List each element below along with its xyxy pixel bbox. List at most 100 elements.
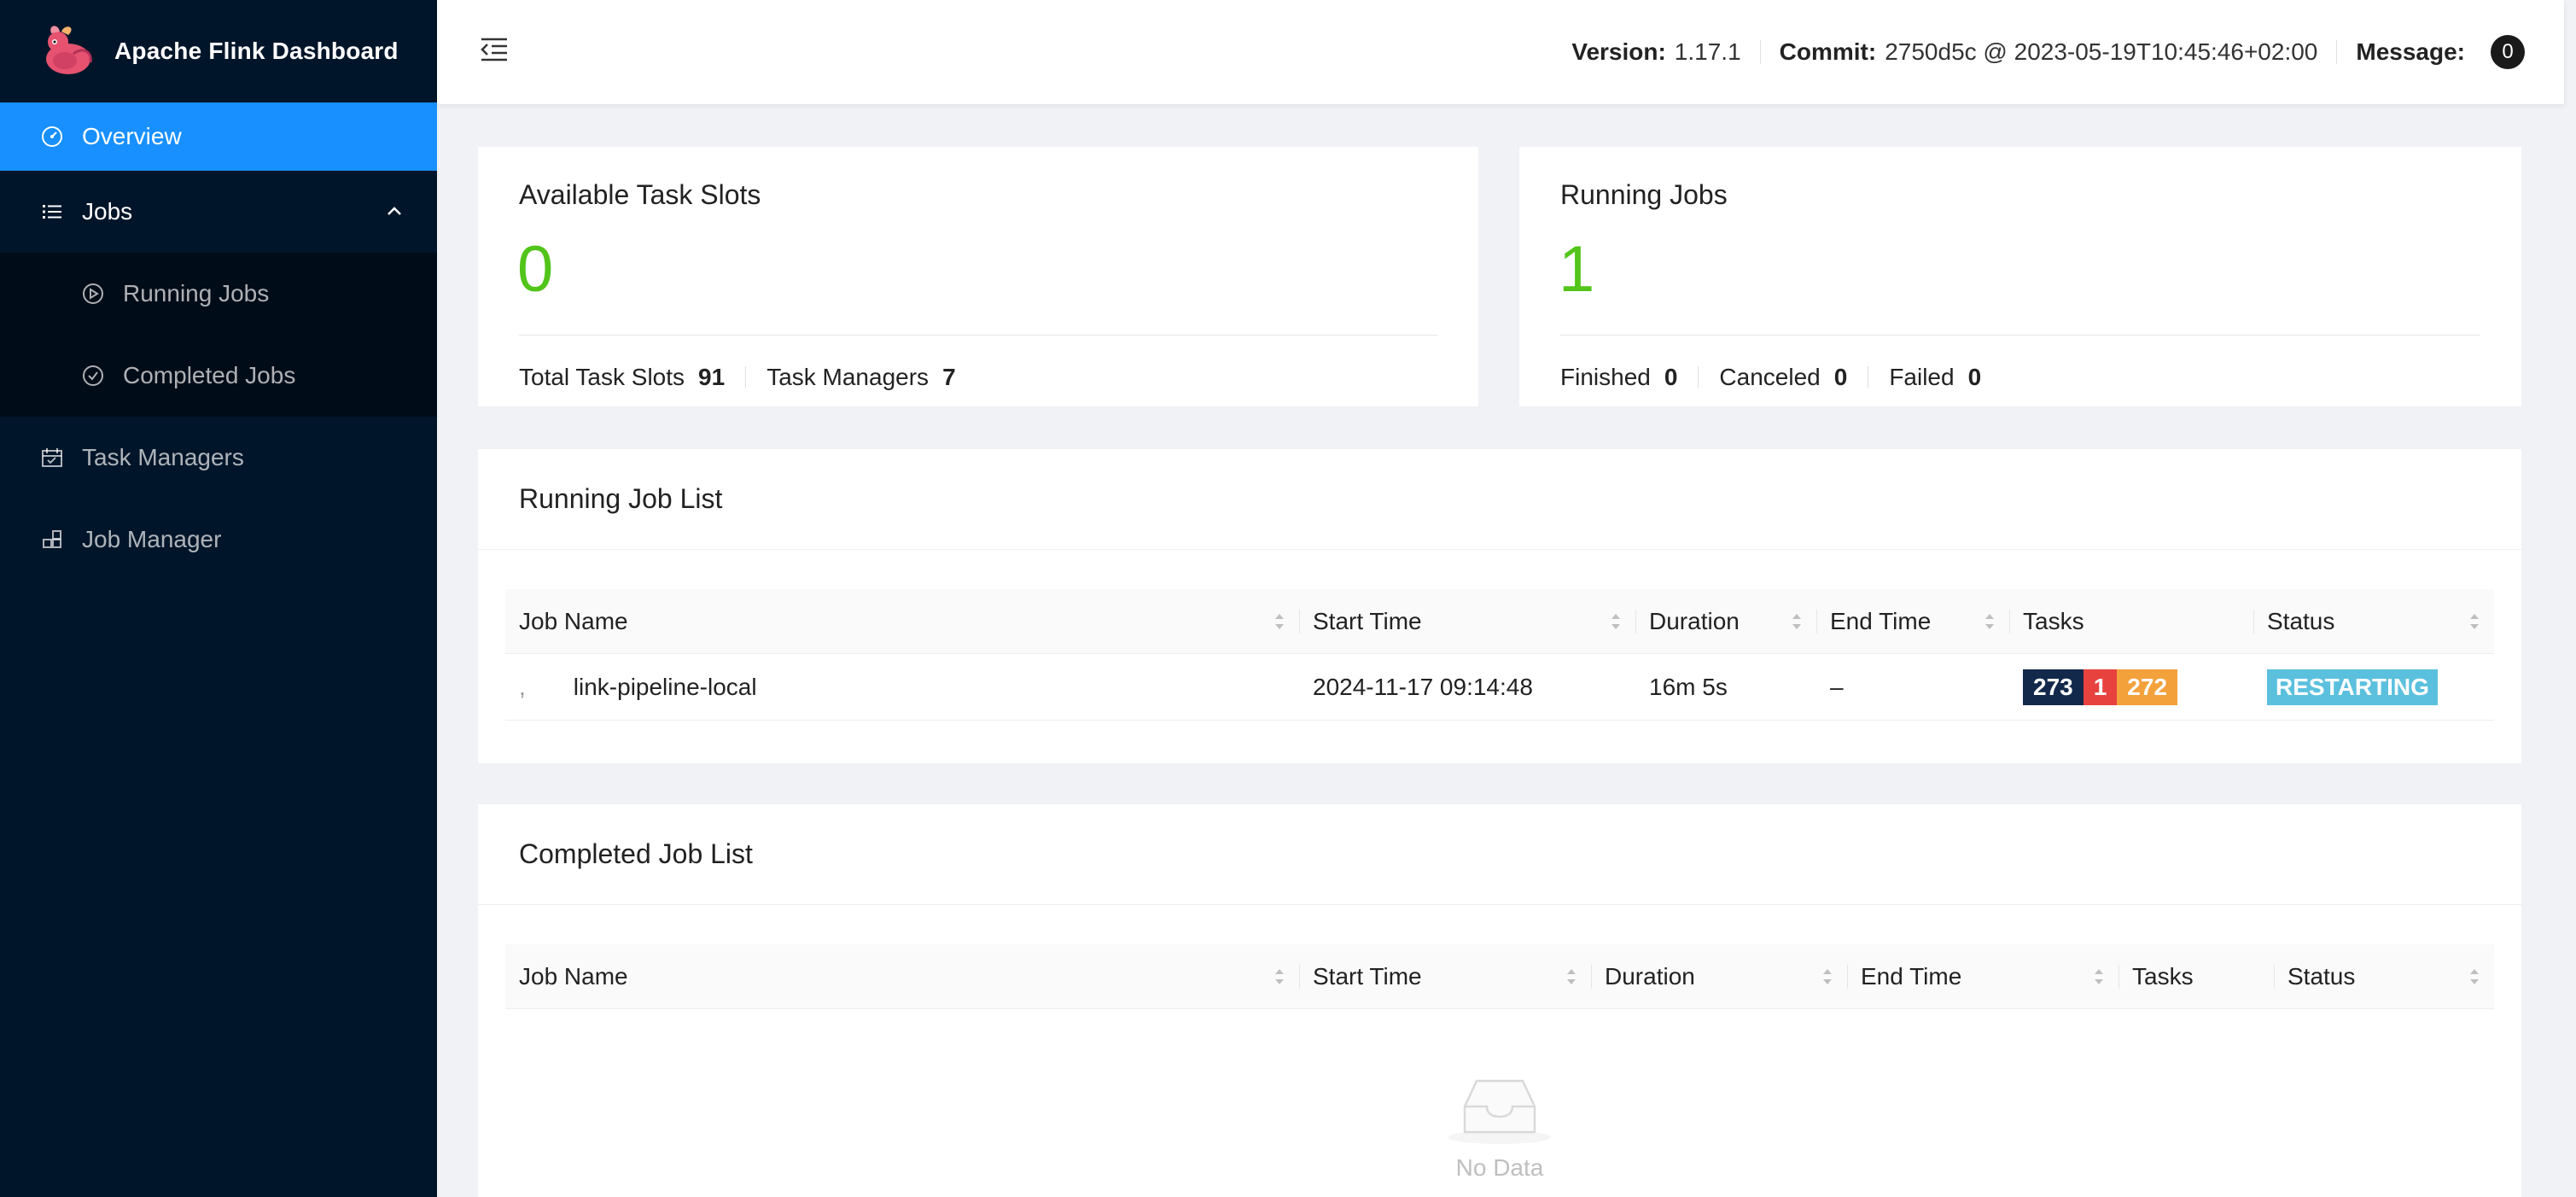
column-label: Start Time (1313, 962, 1422, 990)
redacted-prefix: , (519, 673, 526, 700)
table-row[interactable]: , link-pipeline-local 2024-11-17 09:14:4… (505, 654, 2494, 721)
duration-cell: 16m 5s (1649, 673, 1728, 700)
job-name-cell[interactable]: , link-pipeline-local (505, 674, 1299, 701)
canceled-count: Canceled 0 (1719, 364, 1868, 391)
sort-icon (1985, 613, 1994, 629)
commit-value: 2750d5c @ 2023-05-19T10:45:46+02:00 (1885, 38, 2318, 65)
canceled-label: Canceled (1719, 364, 1821, 390)
sort-icon (1567, 968, 1576, 984)
divider (745, 366, 747, 388)
version-label: Version: (1571, 38, 1666, 65)
message-label: Message: (2356, 38, 2465, 65)
brand[interactable]: Apache Flink Dashboard (0, 0, 437, 102)
play-circle-icon (80, 281, 106, 307)
card-title: Available Task Slots (519, 179, 761, 210)
jobs-submenu: Running Jobs Completed Jobs (0, 253, 437, 417)
column-header-status[interactable]: Status (2253, 589, 2494, 653)
version-value: 1.17.1 (1674, 38, 1741, 65)
running-job-list-card: Running Job List Job Name Start Time Dur… (478, 449, 2521, 763)
message-count-badge[interactable]: 0 (2491, 35, 2525, 69)
canceled-value: 0 (1833, 364, 1848, 390)
sidebar-item-task-managers[interactable]: Task Managers (0, 417, 437, 499)
task-failed-badge: 1 (2083, 669, 2118, 705)
finished-count: Finished 0 (1560, 364, 1698, 391)
schedule-icon (39, 445, 65, 470)
header-info: Version: 1.17.1 Commit: 2750d5c @ 2023-0… (1553, 0, 2544, 104)
column-header-duration[interactable]: Duration (1591, 944, 1847, 1008)
empty-text: No Data (1455, 1154, 1544, 1181)
task-counts: 273 1 272 (2023, 669, 2178, 705)
column-header-job-name[interactable]: Job Name (505, 589, 1299, 653)
jobs-footer: Finished 0 Canceled 0 Failed 0 (1560, 364, 2002, 391)
commit-info: Commit: 2750d5c @ 2023-05-19T10:45:46+02… (1761, 38, 2337, 66)
dashboard-icon (39, 124, 65, 149)
sort-icon (2470, 613, 2479, 629)
sidebar-item-label: Task Managers (82, 444, 244, 470)
app-title: Apache Flink Dashboard (114, 38, 399, 64)
task-managers-value: 7 (942, 364, 956, 390)
task-total-badge: 273 (2023, 669, 2084, 705)
failed-label: Failed (1889, 364, 1955, 390)
message-info[interactable]: Message: 0 (2337, 35, 2544, 69)
check-circle-icon (80, 363, 106, 388)
chevron-up-icon (388, 207, 401, 215)
column-header-tasks: Tasks (2009, 589, 2253, 653)
total-task-slots-label: Total Task Slots (519, 364, 685, 390)
sidebar-item-job-manager[interactable]: Job Manager (0, 499, 437, 581)
finished-label: Finished (1560, 364, 1651, 390)
card-title: Running Jobs (1560, 179, 1728, 210)
running-jobs-value: 1 (1559, 233, 1595, 306)
table-header: Job Name Start Time Duration End Time Ta… (505, 589, 2494, 654)
running-jobs-card: Running Jobs 1 Finished 0 Canceled 0 Fai… (1519, 147, 2521, 406)
start-time-cell: 2024-11-17 09:14:48 (1313, 673, 1533, 700)
running-jobs-table: Job Name Start Time Duration End Time Ta… (505, 589, 2494, 721)
tasks-cell: 273 1 272 (2009, 669, 2253, 705)
column-label: Tasks (2023, 607, 2084, 634)
sort-icon (2095, 968, 2103, 984)
column-header-job-name[interactable]: Job Name (505, 944, 1299, 1008)
column-header-end-time[interactable]: End Time (1816, 589, 2009, 653)
sort-icon (1275, 968, 1284, 984)
total-task-slots-value: 91 (698, 364, 726, 390)
menu-fold-icon[interactable] (478, 32, 512, 67)
sort-icon (2470, 968, 2479, 984)
sidebar-item-label: Running Jobs (123, 280, 270, 307)
available-task-slots-card: Available Task Slots 0 Total Task Slots … (478, 147, 1478, 406)
available-slots-value: 0 (517, 233, 554, 306)
sidebar-item-label: Job Manager (82, 526, 222, 552)
sort-icon (1792, 613, 1801, 629)
sidebar-item-running-jobs[interactable]: Running Jobs (0, 253, 437, 335)
task-managers-count: Task Managers 7 (766, 364, 976, 391)
empty-inbox-icon (1448, 1079, 1551, 1144)
divider (1560, 335, 2480, 336)
sidebar-item-jobs[interactable]: Jobs (0, 171, 437, 253)
column-header-duration[interactable]: Duration (1635, 589, 1816, 653)
sidebar: Apache Flink Dashboard Overview Jobs Run… (0, 0, 437, 1197)
list-icon (39, 199, 65, 225)
sort-icon (1611, 613, 1620, 629)
cluster-icon (39, 527, 65, 552)
sidebar-item-overview[interactable]: Overview (0, 102, 437, 171)
version-info: Version: 1.17.1 (1553, 38, 1759, 66)
card-header: Running Job List (478, 449, 2521, 550)
flink-logo-icon (46, 26, 92, 74)
slots-footer: Total Task Slots 91 Task Managers 7 (519, 364, 976, 391)
column-header-status[interactable]: Status (2274, 944, 2494, 1008)
column-header-start-time[interactable]: Start Time (1299, 944, 1591, 1008)
column-label: Job Name (519, 607, 628, 634)
top-header: Version: 1.17.1 Commit: 2750d5c @ 2023-0… (437, 0, 2564, 104)
failed-value: 0 (1967, 364, 1982, 390)
divider (1698, 366, 1699, 388)
column-label: Start Time (1313, 607, 1422, 634)
column-header-start-time[interactable]: Start Time (1299, 589, 1635, 653)
completed-jobs-table: Job Name Start Time Duration End Time Ta… (505, 944, 2494, 1009)
column-label: End Time (1830, 607, 1932, 634)
job-name: link-pipeline-local (573, 673, 757, 700)
column-header-end-time[interactable]: End Time (1847, 944, 2118, 1008)
column-label: End Time (1861, 962, 1962, 990)
card-title: Completed Job List (519, 838, 753, 869)
task-other-badge: 272 (2117, 669, 2178, 705)
sidebar-item-completed-jobs[interactable]: Completed Jobs (0, 335, 437, 417)
commit-label: Commit: (1779, 38, 1877, 65)
column-label: Tasks (2132, 962, 2194, 990)
